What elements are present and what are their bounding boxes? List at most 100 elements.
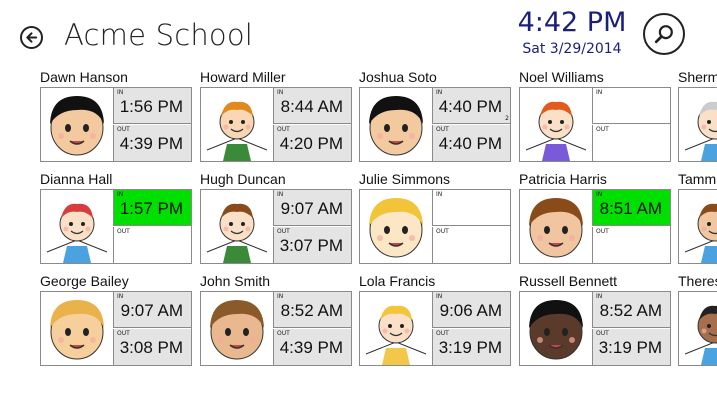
student-name: Noel Williams <box>519 69 604 85</box>
check-in-cell[interactable]: IN <box>592 88 670 124</box>
student-card[interactable]: Lola Francis IN 9:06 AM OUT 3:19 PM <box>359 272 511 368</box>
in-label: IN <box>436 89 443 96</box>
check-in-cell[interactable]: IN 8:44 AM <box>273 88 351 124</box>
student-name: George Bailey <box>40 273 129 289</box>
student-avatar <box>360 292 432 365</box>
attendance-box[interactable]: IN OUT <box>678 189 717 264</box>
check-in-cell[interactable]: IN 9:07 AM <box>273 190 351 226</box>
attendance-box[interactable]: IN 8:52 AM OUT 3:19 PM <box>519 291 671 366</box>
student-name: Lola Francis <box>359 273 436 289</box>
out-label: OUT <box>596 228 609 235</box>
student-avatar <box>201 88 273 161</box>
check-in-cell[interactable]: IN 1:56 PM <box>113 88 191 124</box>
student-card[interactable]: Russell Bennett IN 8:52 AM OUT 3:19 PM <box>519 272 671 368</box>
student-avatar <box>201 190 273 263</box>
check-out-time: 4:40 PM <box>438 134 502 153</box>
back-button[interactable] <box>20 26 43 49</box>
check-out-time: 4:39 PM <box>279 338 343 357</box>
check-in-time: 9:07 AM <box>280 199 343 218</box>
check-in-time: 8:51 AM <box>599 199 662 218</box>
check-in-count: 2 <box>505 115 509 122</box>
check-out-cell[interactable]: OUT 3:07 PM <box>273 227 351 263</box>
check-in-time: 9:07 AM <box>120 301 183 320</box>
in-label: IN <box>596 191 603 198</box>
student-avatar <box>520 88 592 161</box>
check-in-cell[interactable]: IN <box>432 190 510 226</box>
attendance-box[interactable]: IN 9:07 AM OUT 3:07 PM <box>200 189 352 264</box>
search-button[interactable] <box>643 13 685 55</box>
check-out-cell[interactable]: OUT 4:39 PM <box>273 329 351 365</box>
check-in-cell[interactable]: IN 8:51 AM <box>592 190 670 226</box>
check-in-time: 4:40 PM <box>438 97 502 116</box>
out-label: OUT <box>277 228 290 235</box>
student-card[interactable]: John Smith IN 8:52 AM OUT 4:39 PM <box>200 272 352 368</box>
out-label: OUT <box>117 330 130 337</box>
check-out-cell[interactable]: OUT <box>432 227 510 263</box>
check-out-cell[interactable]: OUT 3:08 PM <box>113 329 191 365</box>
check-in-cell[interactable]: IN 9:06 AM <box>432 292 510 328</box>
attendance-box[interactable]: IN 9:07 AM OUT 3:08 PM <box>40 291 192 366</box>
check-out-cell[interactable]: OUT <box>113 227 191 263</box>
student-card[interactable]: Hugh Duncan IN 9:07 AM OUT 3:07 PM <box>200 170 352 266</box>
out-label: OUT <box>436 330 449 337</box>
attendance-box[interactable]: IN OUT <box>678 291 717 366</box>
student-card[interactable]: Howard Miller IN 8:44 AM OUT 4:20 PM <box>200 68 352 164</box>
student-card[interactable]: Patricia Harris IN 8:51 AM OUT <box>519 170 671 266</box>
out-label: OUT <box>596 330 609 337</box>
check-in-cell[interactable]: IN 8:52 AM <box>273 292 351 328</box>
check-out-cell[interactable]: OUT 4:39 PM <box>113 125 191 161</box>
student-avatar <box>360 190 432 263</box>
check-in-time: 1:56 PM <box>119 97 183 116</box>
attendance-box[interactable]: IN 1:57 PM OUT <box>40 189 192 264</box>
student-card[interactable]: Julie Simmons IN OUT <box>359 170 511 266</box>
check-out-time: 3:19 PM <box>598 338 662 357</box>
student-card[interactable]: Sherm IN OUT <box>678 68 717 164</box>
check-out-cell[interactable]: OUT 4:40 PM <box>432 125 510 161</box>
student-card[interactable]: Dawn Hanson IN 1:56 PM OUT 4:39 PM <box>40 68 192 164</box>
student-name: Patricia Harris <box>519 171 607 187</box>
attendance-box[interactable]: IN OUT <box>519 87 671 162</box>
student-avatar <box>41 88 113 161</box>
in-label: IN <box>277 293 284 300</box>
student-name: Russell Bennett <box>519 273 618 289</box>
check-in-cell[interactable]: IN 8:52 AM <box>592 292 670 328</box>
student-card[interactable]: Joshua Soto IN 4:40 PM 2 OUT 4:40 PM <box>359 68 511 164</box>
check-in-cell[interactable]: IN 4:40 PM 2 <box>432 88 510 124</box>
out-label: OUT <box>277 126 290 133</box>
student-card[interactable]: Theres IN OUT <box>678 272 717 368</box>
attendance-box[interactable]: IN 1:56 PM OUT 4:39 PM <box>40 87 192 162</box>
check-out-cell[interactable]: OUT <box>592 125 670 161</box>
check-out-cell[interactable]: OUT 3:19 PM <box>592 329 670 365</box>
student-avatar <box>41 190 113 263</box>
student-card[interactable]: Tamm IN OUT <box>678 170 717 266</box>
attendance-box[interactable]: IN 9:06 AM OUT 3:19 PM <box>359 291 511 366</box>
in-label: IN <box>277 191 284 198</box>
attendance-box[interactable]: IN 4:40 PM 2 OUT 4:40 PM <box>359 87 511 162</box>
student-avatar <box>201 292 273 365</box>
out-label: OUT <box>596 126 609 133</box>
attendance-box[interactable]: IN 8:52 AM OUT 4:39 PM <box>200 291 352 366</box>
check-out-cell[interactable]: OUT 4:20 PM <box>273 125 351 161</box>
check-out-cell[interactable]: OUT <box>592 227 670 263</box>
clock-date: Sat 3/29/2014 <box>522 41 622 57</box>
search-icon <box>654 25 673 44</box>
back-arrow-icon <box>26 32 38 43</box>
student-card[interactable]: Dianna Hall IN 1:57 PM OUT <box>40 170 192 266</box>
check-in-cell[interactable]: IN 9:07 AM <box>113 292 191 328</box>
student-avatar <box>41 292 113 365</box>
in-label: IN <box>596 293 603 300</box>
student-card[interactable]: George Bailey IN 9:07 AM OUT 3:08 PM <box>40 272 192 368</box>
attendance-box[interactable]: IN OUT <box>678 87 717 162</box>
check-in-time: 1:57 PM <box>119 199 183 218</box>
student-card[interactable]: Noel Williams IN OUT <box>519 68 671 164</box>
in-label: IN <box>436 293 443 300</box>
in-label: IN <box>436 191 443 198</box>
student-avatar <box>520 292 592 365</box>
student-avatar <box>520 190 592 263</box>
attendance-box[interactable]: IN OUT <box>359 189 511 264</box>
check-out-cell[interactable]: OUT 3:19 PM <box>432 329 510 365</box>
check-out-time: 3:07 PM <box>279 236 343 255</box>
attendance-box[interactable]: IN 8:51 AM OUT <box>519 189 671 264</box>
attendance-box[interactable]: IN 8:44 AM OUT 4:20 PM <box>200 87 352 162</box>
check-in-cell[interactable]: IN 1:57 PM <box>113 190 191 226</box>
